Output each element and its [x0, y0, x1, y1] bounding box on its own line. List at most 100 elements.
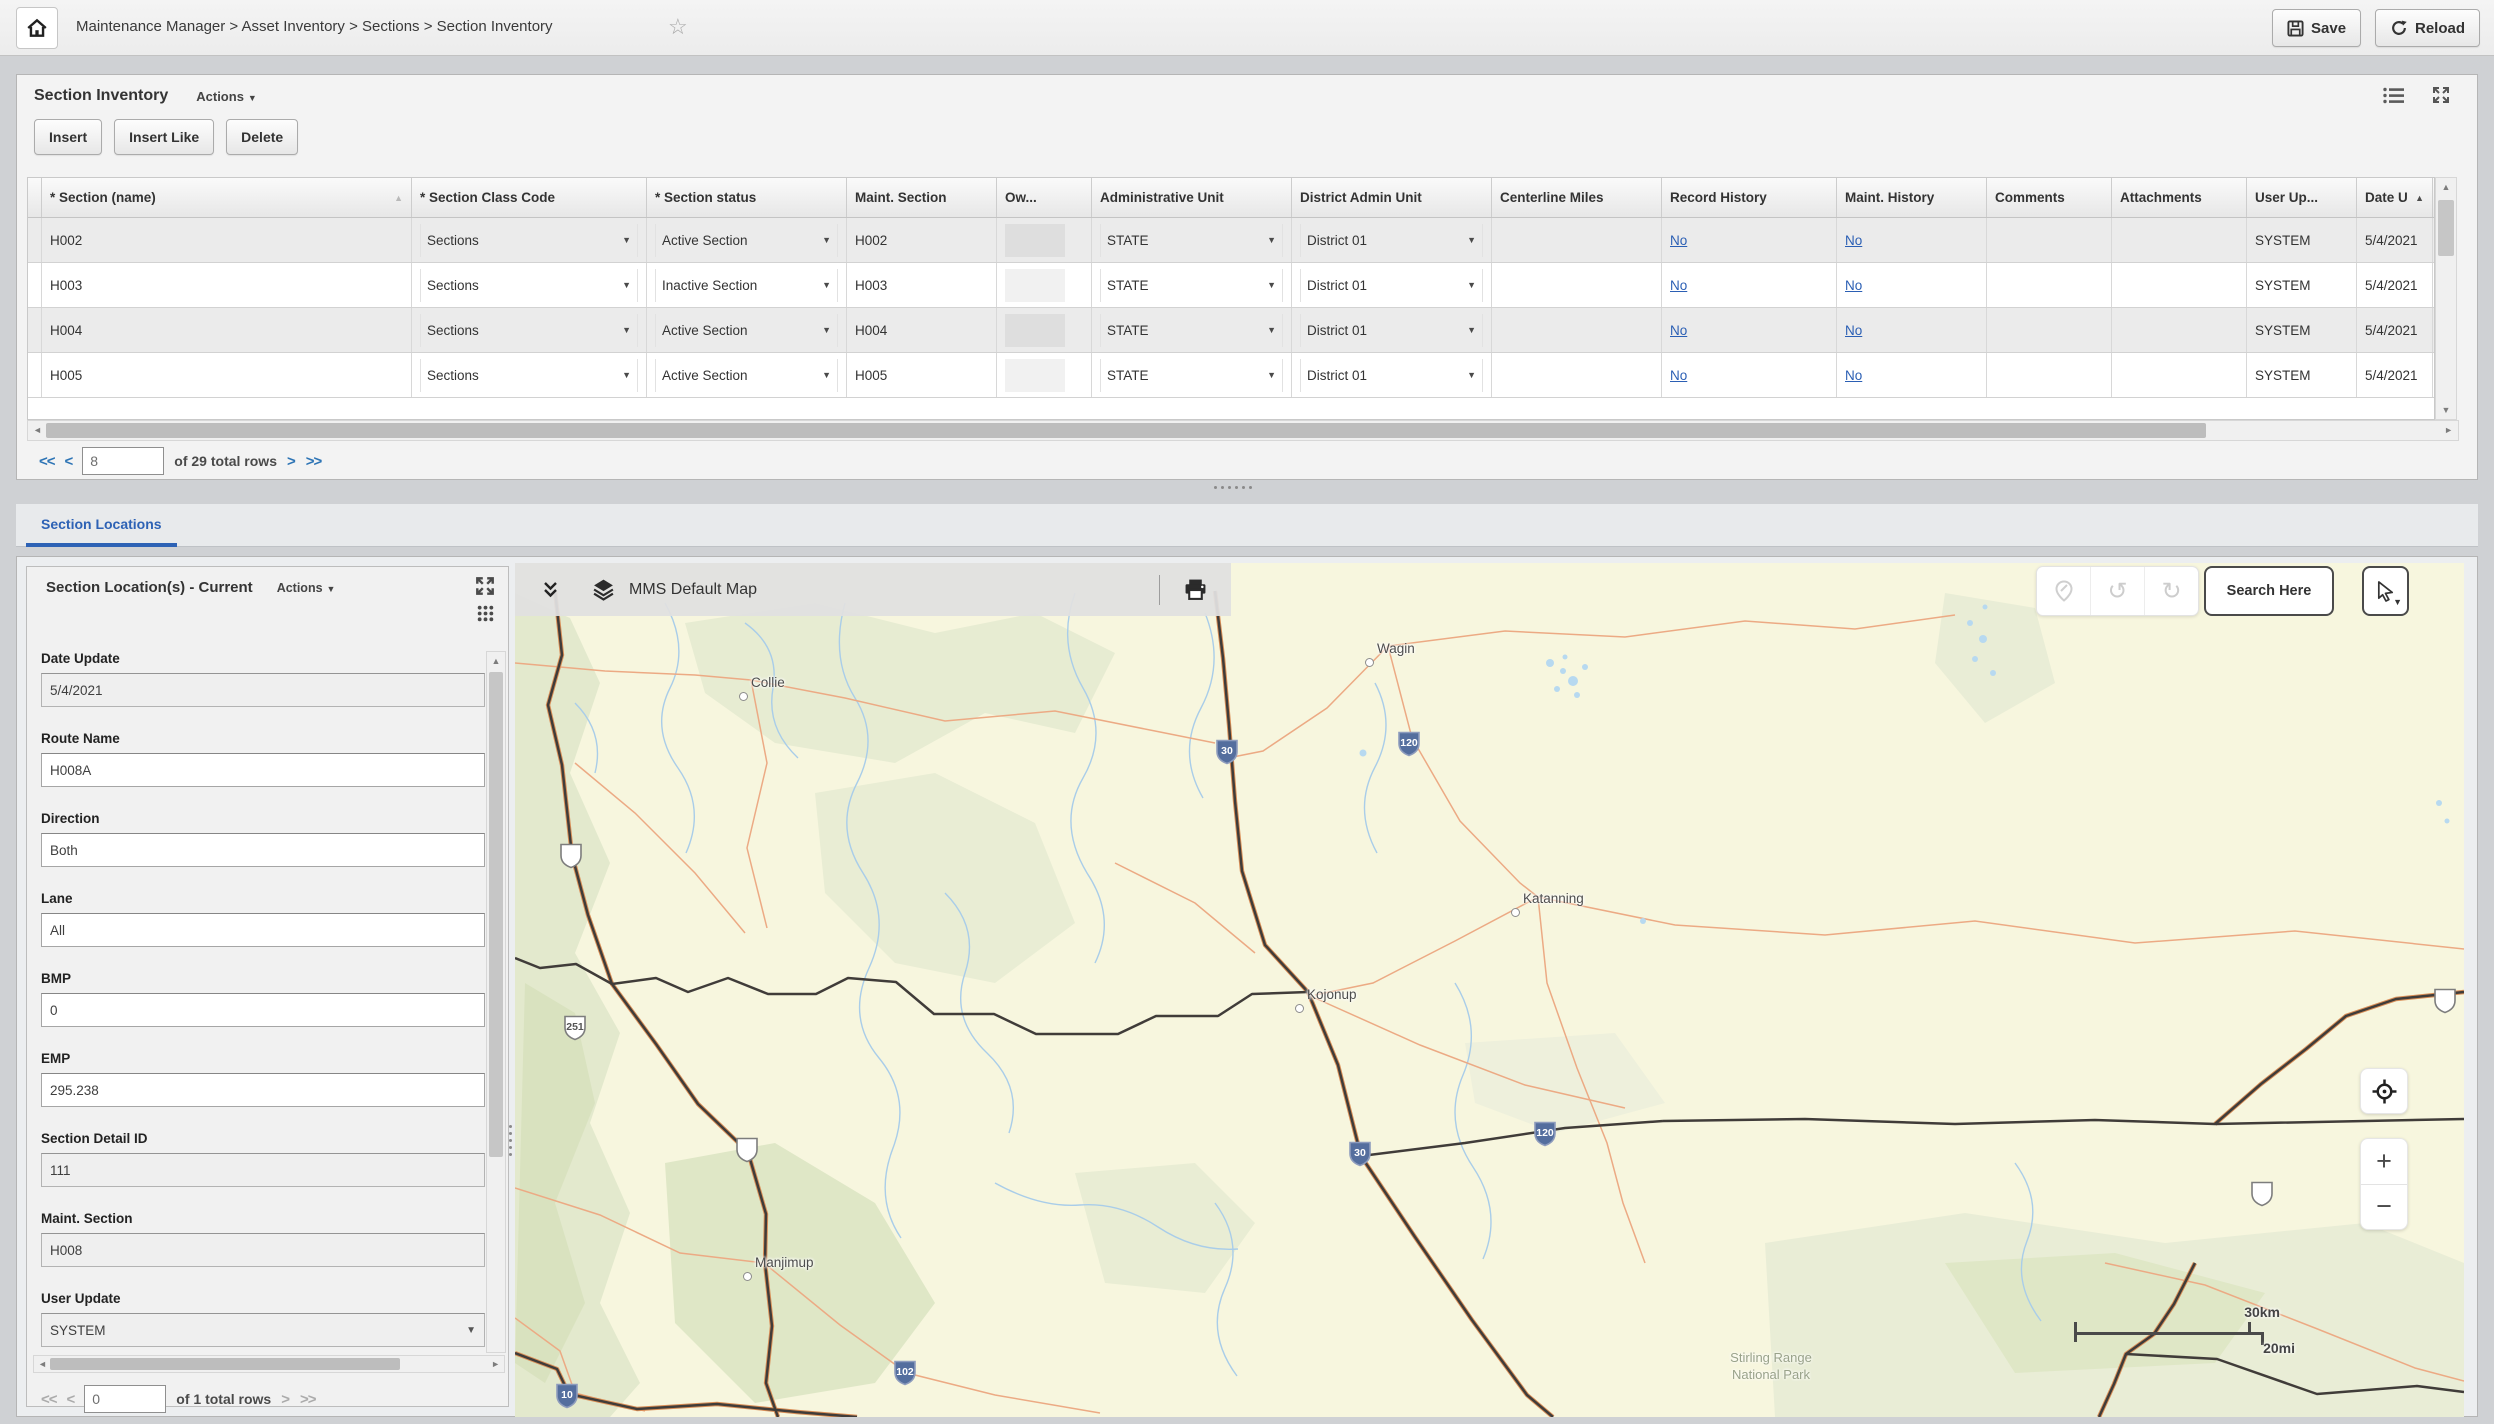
- pin-tool-button[interactable]: [2037, 567, 2091, 615]
- cell-dropdown[interactable]: Inactive Section▼: [655, 269, 838, 302]
- actions-menu[interactable]: Actions▼: [277, 581, 336, 595]
- column-header[interactable]: [28, 178, 42, 217]
- next-page-button[interactable]: >: [281, 1391, 290, 1408]
- insert-button[interactable]: Insert: [34, 119, 102, 155]
- column-header[interactable]: * Section (name)▲: [42, 178, 412, 217]
- table-vertical-scrollbar[interactable]: ▲ ▼: [2435, 177, 2457, 420]
- insert-like-button[interactable]: Insert Like: [114, 119, 214, 155]
- scroll-down-icon[interactable]: ▼: [2436, 405, 2456, 415]
- vertical-splitter-handle[interactable]: [509, 1125, 512, 1156]
- layers-button[interactable]: [592, 578, 615, 601]
- prev-page-button[interactable]: <: [65, 453, 73, 470]
- column-header[interactable]: Maint. History: [1837, 178, 1987, 217]
- breadcrumb[interactable]: Maintenance Manager > Asset Inventory > …: [76, 18, 553, 35]
- scroll-right-icon[interactable]: ►: [2444, 425, 2453, 435]
- cell-dropdown[interactable]: Sections▼: [420, 269, 638, 302]
- cell-dropdown[interactable]: STATE▼: [1100, 359, 1283, 392]
- cell-dropdown[interactable]: Active Section▼: [655, 224, 838, 257]
- column-header[interactable]: Date U▲: [2357, 178, 2433, 217]
- delete-button[interactable]: Delete: [226, 119, 298, 155]
- column-header[interactable]: Ow...: [997, 178, 1092, 217]
- cell-dropdown[interactable]: Sections▼: [420, 359, 638, 392]
- history-link[interactable]: No: [1670, 323, 1687, 338]
- history-link[interactable]: No: [1845, 278, 1862, 293]
- last-page-button[interactable]: >>: [306, 453, 322, 470]
- cell-dropdown[interactable]: District 01▼: [1300, 359, 1483, 392]
- table-horizontal-scrollbar[interactable]: ◄ ►: [27, 420, 2459, 441]
- reload-button[interactable]: Reload: [2375, 9, 2480, 47]
- horizontal-splitter-handle[interactable]: [1214, 486, 1252, 489]
- actions-menu[interactable]: Actions▼: [196, 89, 257, 104]
- undo-button[interactable]: ↺: [2091, 567, 2145, 615]
- scroll-down-icon[interactable]: ▼: [466, 1325, 476, 1336]
- column-header[interactable]: * Section Class Code: [412, 178, 647, 217]
- column-header[interactable]: Administrative Unit: [1092, 178, 1292, 217]
- column-header[interactable]: Comments: [1987, 178, 2112, 217]
- print-map-button[interactable]: [1184, 579, 1207, 600]
- save-button[interactable]: Save: [2272, 9, 2361, 47]
- scroll-up-icon[interactable]: ▲: [2436, 182, 2456, 192]
- redo-button[interactable]: ↻: [2145, 567, 2198, 615]
- scroll-right-icon[interactable]: ►: [491, 1359, 500, 1369]
- route-name-field[interactable]: H008A: [41, 753, 485, 787]
- cell-dropdown[interactable]: STATE▼: [1100, 314, 1283, 347]
- next-page-button[interactable]: >: [287, 453, 296, 470]
- cell-dropdown[interactable]: STATE▼: [1100, 224, 1283, 257]
- pointer-tool-button[interactable]: ▼: [2362, 566, 2409, 616]
- scrollbar-thumb[interactable]: [46, 423, 2206, 438]
- scrollbar-thumb[interactable]: [50, 1358, 400, 1370]
- scroll-left-icon[interactable]: ◄: [33, 425, 42, 435]
- column-header[interactable]: District Admin Unit: [1292, 178, 1492, 217]
- table-row[interactable]: H005Sections▼Active Section▼H005STATE▼Di…: [28, 353, 2434, 398]
- direction-field[interactable]: Both: [41, 833, 485, 867]
- history-link[interactable]: No: [1670, 233, 1687, 248]
- column-header[interactable]: * Section status: [647, 178, 847, 217]
- expand-icon[interactable]: [474, 575, 496, 597]
- cell-dropdown[interactable]: District 01▼: [1300, 314, 1483, 347]
- column-header[interactable]: Record History: [1662, 178, 1837, 217]
- scroll-left-icon[interactable]: ◄: [38, 1359, 47, 1369]
- map-canvas[interactable]: CollieWaginKatanningKojonupManjimup30120…: [515, 563, 2464, 1417]
- list-view-icon[interactable]: [2383, 87, 2405, 104]
- prev-page-button[interactable]: <: [67, 1391, 75, 1408]
- page-number-input[interactable]: [82, 447, 164, 475]
- tab-section-locations[interactable]: Section Locations: [26, 504, 177, 547]
- favorite-star-icon[interactable]: ☆: [668, 14, 688, 40]
- emp-field[interactable]: 295.238: [41, 1073, 485, 1107]
- zoom-in-button[interactable]: +: [2361, 1139, 2407, 1185]
- collapse-toolbar-button[interactable]: [541, 580, 560, 599]
- grid-icon[interactable]: [477, 605, 494, 622]
- locate-me-button[interactable]: [2360, 1068, 2408, 1114]
- history-link[interactable]: No: [1845, 323, 1862, 338]
- cell-dropdown[interactable]: Sections▼: [420, 314, 638, 347]
- page-number-input[interactable]: [84, 1385, 166, 1413]
- first-page-button[interactable]: <<: [39, 453, 55, 470]
- history-link[interactable]: No: [1845, 233, 1862, 248]
- zoom-out-button[interactable]: −: [2361, 1185, 2407, 1230]
- column-header[interactable]: User Up...: [2247, 178, 2357, 217]
- bmp-field[interactable]: 0: [41, 993, 485, 1027]
- column-header[interactable]: Maint. Section: [847, 178, 997, 217]
- scroll-up-icon[interactable]: ▲: [487, 656, 505, 666]
- expand-icon[interactable]: [2431, 85, 2451, 105]
- scrollbar-thumb[interactable]: [2438, 200, 2454, 256]
- first-page-button[interactable]: <<: [41, 1391, 57, 1408]
- cell-dropdown[interactable]: Sections▼: [420, 224, 638, 257]
- column-header[interactable]: Attachments: [2112, 178, 2247, 217]
- column-header[interactable]: Centerline Miles: [1492, 178, 1662, 217]
- cell-dropdown[interactable]: STATE▼: [1100, 269, 1283, 302]
- history-link[interactable]: No: [1845, 368, 1862, 383]
- last-page-button[interactable]: >>: [300, 1391, 316, 1408]
- search-here-button[interactable]: Search Here: [2204, 566, 2334, 616]
- table-row[interactable]: H002Sections▼Active Section▼H002STATE▼Di…: [28, 218, 2434, 263]
- history-link[interactable]: No: [1670, 278, 1687, 293]
- form-vertical-scrollbar[interactable]: ▲: [486, 651, 506, 1353]
- home-button[interactable]: [16, 7, 58, 49]
- table-row[interactable]: H004Sections▼Active Section▼H004STATE▼Di…: [28, 308, 2434, 353]
- lane-field[interactable]: All: [41, 913, 485, 947]
- cell-dropdown[interactable]: Active Section▼: [655, 359, 838, 392]
- table-row[interactable]: H003Sections▼Inactive Section▼H003STATE▼…: [28, 263, 2434, 308]
- cell-dropdown[interactable]: District 01▼: [1300, 224, 1483, 257]
- form-horizontal-scrollbar[interactable]: ◄ ►: [33, 1355, 505, 1373]
- scrollbar-thumb[interactable]: [489, 672, 503, 1157]
